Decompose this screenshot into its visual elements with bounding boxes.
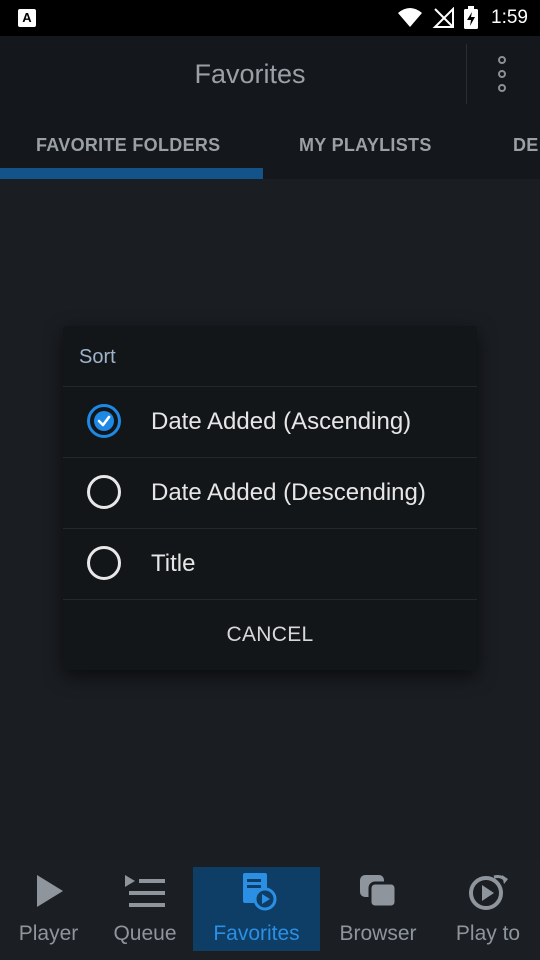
nav-label: Queue: [113, 922, 177, 945]
radio-unchecked-icon[interactable]: [87, 475, 121, 509]
option-label: Date Added (Descending): [151, 479, 426, 506]
check-icon: [97, 415, 111, 427]
queue-icon: [125, 875, 165, 907]
play-icon: [36, 875, 63, 907]
status-icons: 1:59: [397, 0, 528, 36]
radio-unchecked-icon[interactable]: [87, 546, 121, 580]
more-vert-icon: [498, 56, 506, 92]
tab-indicator: [0, 168, 263, 179]
nav-item-favorites[interactable]: Favorites: [193, 867, 320, 951]
option-label: Title: [151, 550, 196, 577]
sort-dialog: Sort Date Added (Ascending) Date Added (…: [63, 326, 477, 670]
sort-option-date-descending[interactable]: Date Added (Descending): [63, 458, 477, 528]
sort-option-date-ascending[interactable]: Date Added (Ascending): [63, 387, 477, 457]
tab-my-playlists[interactable]: MY PLAYLISTS: [299, 112, 432, 176]
favorites-icon: [242, 873, 276, 911]
nav-label: Play to: [455, 922, 521, 945]
option-label: Date Added (Ascending): [151, 408, 412, 435]
nav-label: Favorites: [213, 922, 300, 945]
cancel-button[interactable]: CANCEL: [63, 600, 477, 670]
accessibility-notification-icon: A: [18, 9, 36, 27]
play-to-icon: [469, 875, 508, 910]
radio-checked-icon[interactable]: [87, 404, 121, 438]
nav-label: Player: [18, 922, 79, 945]
wifi-icon: [398, 8, 423, 27]
no-signal-icon: [432, 7, 455, 28]
tab-third-partial[interactable]: DE: [513, 112, 539, 176]
tab-favorite-folders[interactable]: FAVORITE FOLDERS: [36, 112, 220, 176]
app-bar-divider: [466, 44, 467, 104]
nav-item-browser[interactable]: Browser: [320, 859, 436, 960]
nav-item-play-to[interactable]: Play to: [436, 859, 540, 960]
nav-item-queue[interactable]: Queue: [97, 859, 193, 960]
bottom-navigation: Player Queue Favorites Browser Play to: [0, 859, 540, 960]
sort-option-title[interactable]: Title: [63, 529, 477, 599]
browser-icon: [360, 875, 398, 909]
dialog-title: Sort: [79, 346, 116, 368]
status-time: 1:59: [491, 7, 528, 28]
battery-charging-icon: [464, 6, 479, 29]
radio-dot: [94, 411, 114, 431]
app-bar: Favorites: [0, 36, 540, 112]
nav-item-player[interactable]: Player: [0, 859, 97, 960]
overflow-menu-button[interactable]: [482, 50, 522, 98]
page-title: Favorites: [194, 59, 306, 89]
nav-label: Browser: [339, 922, 417, 945]
status-bar: A 1:59: [0, 0, 540, 36]
